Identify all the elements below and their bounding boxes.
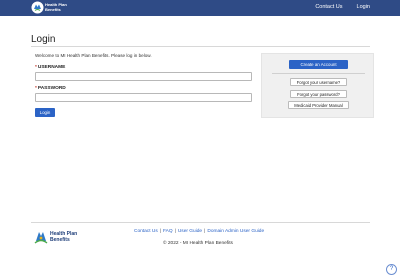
top-nav-links: Contact Us Login	[315, 4, 370, 10]
required-marker: *	[35, 65, 37, 70]
footer-separator: |	[204, 229, 206, 234]
required-marker: *	[35, 86, 37, 91]
password-label: *PASSWORD	[35, 86, 66, 91]
brand-text: Health Plan Benefits	[45, 2, 67, 12]
username-label: *USERNAME	[35, 65, 65, 70]
nav-contact-us[interactable]: Contact Us	[315, 4, 342, 10]
password-label-text: PASSWORD	[37, 86, 66, 91]
footer-link-faq[interactable]: FAQ	[163, 229, 173, 234]
brand-line-2: Benefits	[45, 6, 61, 12]
footer-separator: |	[159, 229, 161, 234]
footer-divider	[31, 222, 370, 223]
page-title: Login	[31, 34, 56, 45]
footer-link-user-guide[interactable]: User Guide	[178, 229, 202, 234]
create-account-button[interactable]: Create an Account	[289, 60, 348, 69]
help-question-icon[interactable]: ?	[386, 264, 397, 275]
footer-logo-text: Health Plan Benefits	[50, 231, 77, 243]
forgot-username-button[interactable]: Forgot your username?	[290, 78, 347, 86]
account-help-panel: Create an Account Forgot your username? …	[261, 53, 374, 118]
copyright-text: © 2022 - MI Health Plan Benefits	[163, 241, 233, 246]
welcome-message: Welcome to MI Health Plan Benefits. Plea…	[35, 53, 152, 58]
panel-divider	[272, 73, 365, 74]
medicaid-manual-button[interactable]: Medicaid Provider Manual	[288, 101, 349, 109]
brand-logo[interactable]: Health Plan Benefits	[31, 1, 67, 14]
username-label-text: USERNAME	[37, 65, 66, 70]
top-navbar: Health Plan Benefits Contact Us Login	[0, 0, 400, 16]
nav-login[interactable]: Login	[357, 4, 370, 10]
footer-links: Contact Us | FAQ | User Guide | Domain Admin U…	[134, 229, 264, 234]
username-input[interactable]	[35, 72, 252, 81]
login-button[interactable]: Login	[35, 108, 55, 117]
footer-link-domain-admin-guide[interactable]: Domain Admin User Guide	[207, 229, 264, 234]
password-input[interactable]	[35, 93, 252, 102]
forgot-password-button[interactable]: Forgot your password?	[290, 90, 347, 98]
michigan-logo-icon	[31, 1, 44, 14]
footer-logo: Health Plan Benefits	[34, 229, 77, 245]
michigan-logo-icon	[34, 232, 48, 244]
footer-separator: |	[174, 229, 176, 234]
footer-link-contact-us[interactable]: Contact Us	[134, 229, 158, 234]
footer-logo-line-2: Benefits	[50, 237, 70, 243]
title-divider	[31, 46, 370, 47]
